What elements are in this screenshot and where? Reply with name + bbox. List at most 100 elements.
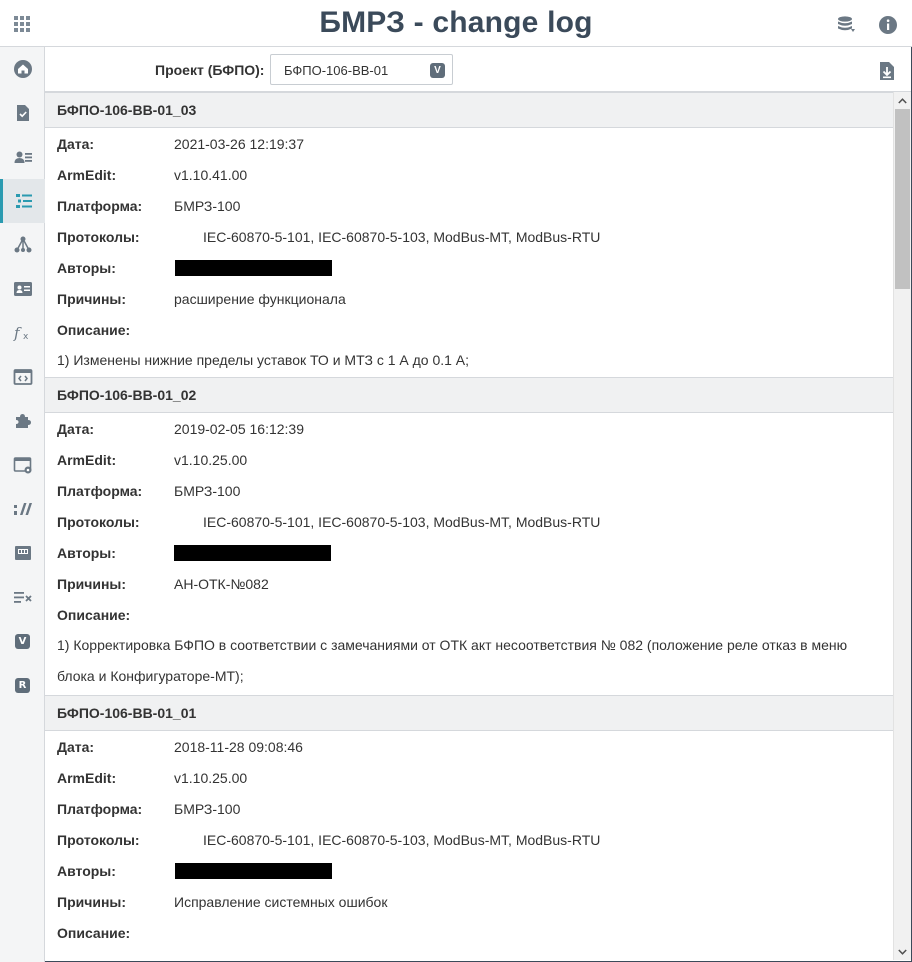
date-value: 2021-03-26 12:19:37 bbox=[174, 136, 304, 152]
authors-row: Авторы: bbox=[45, 537, 893, 568]
project-label: Проект (БФПО): bbox=[155, 62, 265, 78]
date-label: Дата: bbox=[57, 136, 95, 152]
description-label: Описание: bbox=[57, 607, 131, 623]
sidebar-item-code[interactable] bbox=[0, 355, 45, 399]
project-select-value: БФПО-106-ВВ-01 bbox=[284, 63, 389, 78]
code-window-icon bbox=[13, 369, 32, 385]
sidebar-item-card[interactable] bbox=[0, 267, 45, 311]
sidebar-item-home[interactable] bbox=[0, 47, 45, 91]
changelog-list: БФПО-106-ВВ-01_03 Дата: 2021-03-26 12:19:… bbox=[45, 92, 893, 960]
sidebar-item-changelog[interactable] bbox=[0, 179, 45, 223]
sidebar-item-network[interactable] bbox=[0, 223, 45, 267]
document-check-icon bbox=[16, 105, 29, 121]
device-icon bbox=[14, 546, 31, 560]
scrollbar-thumb[interactable] bbox=[895, 109, 910, 289]
list-icon bbox=[16, 194, 32, 208]
protocols-value: IEC-60870-5-101, IEC-60870-5-103, ModBus… bbox=[203, 832, 601, 848]
platform-label: Платформа: bbox=[57, 483, 143, 499]
network-icon bbox=[14, 236, 31, 253]
puzzle-icon bbox=[15, 414, 31, 428]
compare-icon bbox=[13, 592, 32, 603]
reasons-value: Исправление системных ошибок bbox=[174, 894, 388, 910]
description-label: Описание: bbox=[57, 322, 131, 338]
description-row: Описание: bbox=[45, 599, 893, 630]
date-label: Дата: bbox=[57, 739, 95, 755]
id-card-icon bbox=[13, 282, 32, 296]
armedit-value: v1.10.25.00 bbox=[174, 770, 248, 786]
function-icon: fx bbox=[13, 324, 29, 342]
changelog-entry: БФПО-106-ВВ-01_01 Дата: 2018-11-28 09:08:… bbox=[45, 695, 893, 948]
date-row: Дата: 2019-02-05 16:12:39 bbox=[45, 413, 893, 444]
project-select[interactable]: БФПО-106-ВВ-01 V bbox=[270, 54, 453, 85]
protocols-row: Протоколы: IEC-60870-5-101, IEC-60870-5-1… bbox=[45, 506, 893, 537]
protocols-value: IEC-60870-5-101, IEC-60870-5-103, ModBus… bbox=[203, 229, 601, 245]
sidebar-item-device[interactable] bbox=[0, 531, 45, 575]
authors-row: Авторы: bbox=[45, 252, 893, 283]
armedit-row: ArmEdit: v1.10.25.00 bbox=[45, 444, 893, 475]
sidebar-item-users[interactable] bbox=[0, 135, 45, 179]
description-row: Описание: bbox=[45, 917, 893, 948]
armedit-row: ArmEdit: v1.10.25.00 bbox=[45, 762, 893, 793]
date-row: Дата: 2018-11-28 09:08:46 bbox=[45, 731, 893, 762]
v-badge-icon: V bbox=[15, 633, 30, 649]
sidebar-item-functions[interactable]: fx bbox=[0, 311, 45, 355]
description-text: 1) Изменены нижние пределы уставок ТО и … bbox=[57, 352, 470, 368]
reasons-label: Причины: bbox=[57, 894, 127, 910]
platform-row: Платформа: БМРЗ-100 bbox=[45, 475, 893, 506]
user-list-icon bbox=[14, 151, 32, 163]
download-icon[interactable] bbox=[878, 61, 896, 81]
authors-label: Авторы: bbox=[57, 863, 116, 879]
entry-title: БФПО-106-ВВ-01_03 bbox=[45, 92, 893, 128]
r-badge-icon: R bbox=[15, 677, 30, 693]
protocols-row: Протоколы: IEC-60870-5-101, IEC-60870-5-1… bbox=[45, 221, 893, 252]
vertical-scrollbar[interactable] bbox=[893, 92, 911, 960]
reasons-value: АН-ОТК-№082 bbox=[174, 576, 269, 592]
armedit-value: v1.10.41.00 bbox=[174, 167, 248, 183]
info-icon[interactable] bbox=[878, 15, 898, 35]
sidebar-item-compare[interactable] bbox=[0, 575, 45, 619]
page-title: БМРЗ - change log bbox=[319, 6, 593, 39]
date-value: 2018-11-28 09:08:46 bbox=[174, 739, 303, 755]
scroll-up-arrow-icon[interactable] bbox=[894, 92, 911, 109]
protocols-label: Протоколы: bbox=[57, 832, 140, 848]
sidebar: fx V R bbox=[0, 47, 45, 962]
armedit-label: ArmEdit: bbox=[57, 770, 117, 786]
description-text: 1) Корректировка БФПО в соответствии с з… bbox=[57, 637, 848, 684]
chevron-down-icon[interactable]: V bbox=[430, 63, 445, 78]
reasons-label: Причины: bbox=[57, 291, 127, 307]
sidebar-item-window-settings[interactable] bbox=[0, 443, 45, 487]
armedit-label: ArmEdit: bbox=[57, 167, 117, 183]
reasons-row: Причины: Исправление системных ошибок bbox=[45, 886, 893, 917]
protocols-label: Протоколы: bbox=[57, 229, 140, 245]
entry-title: БФПО-106-ВВ-01_02 bbox=[45, 377, 893, 413]
reasons-row: Причины: АН-ОТК-№082 bbox=[45, 568, 893, 599]
authors-redacted bbox=[174, 545, 331, 561]
sidebar-item-v[interactable]: V bbox=[0, 619, 45, 663]
armedit-row: ArmEdit: v1.10.41.00 bbox=[45, 159, 893, 190]
sidebar-item-signals[interactable] bbox=[0, 487, 45, 531]
sidebar-item-plugins[interactable] bbox=[0, 399, 45, 443]
reasons-value: расширение функционала bbox=[174, 291, 346, 307]
app-header: БМРЗ - change log bbox=[0, 0, 912, 47]
platform-row: Платформа: БМРЗ-100 bbox=[45, 190, 893, 221]
database-icon[interactable] bbox=[836, 15, 856, 35]
platform-value: БМРЗ-100 bbox=[174, 483, 241, 499]
date-value: 2019-02-05 16:12:39 bbox=[174, 421, 304, 437]
scroll-down-arrow-icon[interactable] bbox=[894, 943, 911, 960]
protocols-value: IEC-60870-5-101, IEC-60870-5-103, ModBus… bbox=[203, 514, 601, 530]
reasons-row: Причины: расширение функционала bbox=[45, 283, 893, 314]
platform-label: Платформа: bbox=[57, 801, 143, 817]
changelog-entry: БФПО-106-ВВ-01_03 Дата: 2021-03-26 12:19:… bbox=[45, 92, 893, 377]
armedit-value: v1.10.25.00 bbox=[174, 452, 248, 468]
authors-label: Авторы: bbox=[57, 545, 116, 561]
entry-title: БФПО-106-ВВ-01_01 bbox=[45, 695, 893, 731]
svg-text:x: x bbox=[23, 332, 29, 342]
protocols-row: Протоколы: IEC-60870-5-101, IEC-60870-5-1… bbox=[45, 824, 893, 855]
sidebar-item-r[interactable]: R bbox=[0, 663, 45, 707]
toolbar: Проект (БФПО): БФПО-106-ВВ-01 V bbox=[45, 47, 911, 92]
home-icon bbox=[13, 60, 32, 78]
date-row: Дата: 2021-03-26 12:19:37 bbox=[45, 128, 893, 159]
sidebar-item-documents[interactable] bbox=[0, 91, 45, 135]
platform-row: Платформа: БМРЗ-100 bbox=[45, 793, 893, 824]
svg-text:f: f bbox=[13, 324, 22, 342]
